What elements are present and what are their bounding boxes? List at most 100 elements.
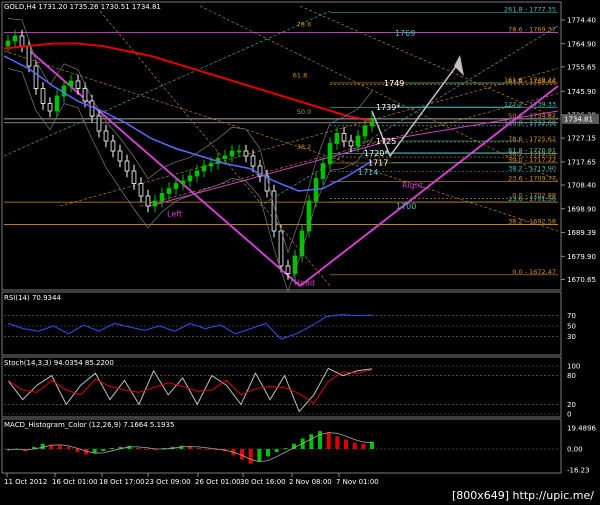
candle-body [327, 143, 333, 164]
time-tick-label: 2 Nov 08:00 [289, 478, 332, 486]
level-label: 1714 [358, 168, 378, 177]
macd-bar [240, 449, 244, 460]
macd-bar [136, 447, 140, 449]
macd-bar [58, 445, 62, 449]
candle-body [285, 265, 291, 274]
macd-bar [110, 447, 114, 449]
macd-bar [75, 449, 80, 453]
stoch-level-label: 100 [567, 363, 580, 371]
macd-bar [144, 449, 149, 450]
candle-body [201, 165, 207, 172]
candle-body [124, 160, 130, 172]
rsi-line [7, 314, 373, 340]
time-tick-label: 7 Nov 01:00 [336, 478, 379, 486]
fib-label: 0.0 - 1672.47 [512, 268, 556, 276]
time-tick-label: 11 Oct 2012 [4, 478, 47, 486]
level-label: 1749 [384, 79, 404, 88]
level-label: 1720* [364, 149, 388, 158]
candle-body [222, 155, 228, 159]
candle-body [152, 200, 158, 207]
candle-body [208, 163, 214, 167]
projection-arrowhead [454, 55, 464, 76]
macd-title: MACD_Histogram_Color (12,26,9) 7.1664 5.… [4, 421, 175, 429]
level-label: 1769 [395, 29, 415, 38]
candle-body [236, 150, 242, 153]
macd-bar [335, 436, 340, 449]
time-tick-label: 30 Oct 16:00 [240, 478, 286, 486]
stoch-main-line [7, 367, 373, 413]
candle-body [68, 80, 74, 87]
price-tick-label: 1670.65 [567, 276, 596, 284]
candle-body [243, 150, 249, 157]
candle-body [166, 188, 172, 194]
time-tick-label: 18 Oct 17:00 [99, 478, 145, 486]
stoch-title: Stoch(14,3,3) 94.0354 85.2200 [4, 359, 114, 367]
rsi-level-label: 30 [567, 333, 576, 341]
price-tick-label: 1774.40 [567, 17, 596, 25]
macd-bar [188, 446, 192, 449]
time-tick-label: 16 Oct 01:00 [52, 478, 98, 486]
candle-body [96, 115, 102, 132]
fib-label: 261.8 - 1777.35 [504, 6, 556, 14]
candle-body [138, 183, 144, 197]
price-tick-label: 1708.40 [567, 182, 596, 190]
candle-body [362, 125, 368, 137]
price-tick-label: 1727.15 [567, 135, 596, 143]
macd-bar [274, 449, 279, 453]
macd-bar [205, 449, 210, 450]
candle-body [369, 118, 375, 127]
candle-body [40, 88, 46, 104]
candle-body [89, 100, 95, 117]
candle-body [159, 193, 165, 202]
rsi-panel-frame [1, 291, 562, 356]
chart-window: 261.8 - 1777.35 78.6 78.6 - 1769.37 61.8 161… [0, 0, 600, 505]
macd-bar [66, 446, 71, 449]
price-tick-label: 1755.65 [567, 63, 596, 71]
candle-body [180, 180, 186, 184]
pattern-label-right: Right [402, 181, 423, 190]
price-tick-label: 1679.90 [567, 253, 596, 261]
level-label: 1739* [376, 103, 400, 112]
macd-bar [257, 449, 262, 462]
fib-ratio-label: 61.8 [293, 72, 307, 80]
candle-body [82, 88, 88, 102]
fib-label: 61.8 - 1748.66 [508, 77, 556, 85]
candle-body [12, 35, 18, 42]
stoch-level-label: 0 [567, 411, 571, 419]
pattern-label-left: Left [167, 210, 182, 219]
candle-body [229, 150, 235, 157]
price-tick-label: 1745.90 [567, 88, 596, 96]
candle-body [19, 35, 25, 47]
fib-label: 23.6 - 1709.77 [508, 175, 556, 183]
candle-body [187, 175, 193, 182]
time-axis: 11 Oct 2012 16 Oct 01:00 18 Oct 17:00 23 Oc… [4, 473, 379, 486]
fib-ratio-label: 50.0 [297, 108, 311, 116]
watermark: [800x649] http://upic.me/ [451, 489, 594, 502]
macd-bar [352, 442, 357, 449]
candle-body [348, 140, 354, 147]
macd-level-label: -16.23 [567, 467, 590, 475]
fan-line [139, 93, 559, 207]
pattern-label-head: Head [294, 278, 315, 287]
price-tick-label: 1717.65 [567, 158, 596, 166]
rsi-level-label: 50 [567, 323, 576, 331]
macd-level-label: 0.00 [567, 446, 583, 454]
channel-up-line [299, 85, 559, 287]
candle-body [26, 45, 32, 67]
candle-body [250, 155, 256, 167]
macd-bar [266, 449, 270, 457]
macd-level-label: 19.4896 [567, 425, 596, 433]
candle-body [54, 95, 60, 112]
macd-bar [361, 443, 366, 449]
macd-bar [101, 449, 106, 452]
fan-line [59, 68, 559, 207]
time-tick-label: 23 Oct 09:00 [145, 478, 191, 486]
indicator-panels: 70 50 30 10080 20 0 19.4896 0.00 -16.23 [4, 312, 596, 475]
price-tick-label: 1764.90 [567, 40, 596, 48]
macd-bar [309, 434, 314, 449]
candle-body [341, 133, 347, 142]
candle-body [194, 170, 200, 177]
current-price-label: 1734.81 [564, 115, 593, 123]
candle-body [110, 140, 116, 152]
macd-bar [318, 431, 322, 449]
